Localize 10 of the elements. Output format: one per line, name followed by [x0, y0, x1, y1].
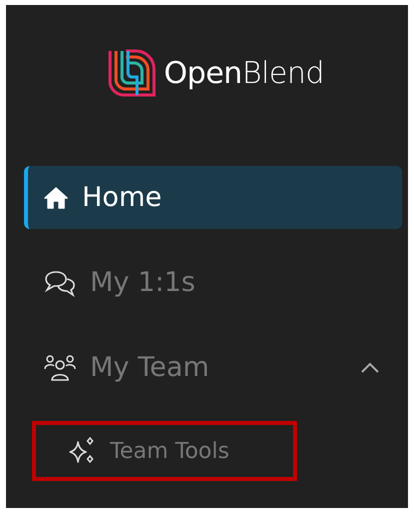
brand-name: OpenBlend [164, 56, 324, 90]
chat-bubbles-icon [44, 268, 76, 296]
nav-subitem[interactable]: Team Tools [32, 421, 297, 481]
home-icon [44, 186, 68, 208]
nav-item[interactable]: My 1:1s [24, 251, 402, 314]
chevron-icon [360, 362, 380, 374]
nav-item[interactable]: Home [24, 166, 402, 229]
people-icon [44, 354, 76, 382]
nav-group[interactable]: My Team [24, 336, 402, 399]
logo-icon [106, 47, 158, 99]
